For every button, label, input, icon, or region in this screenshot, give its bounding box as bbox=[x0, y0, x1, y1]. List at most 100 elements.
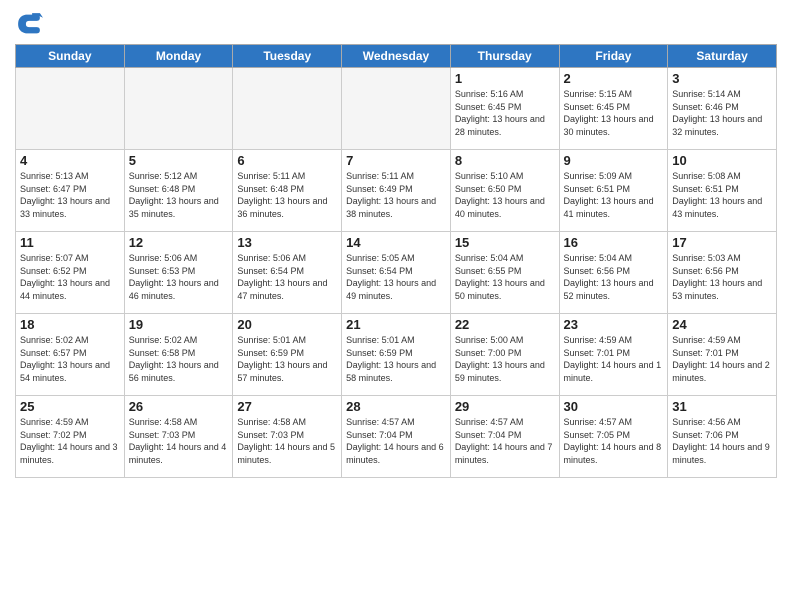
day-number: 3 bbox=[672, 71, 772, 86]
calendar-cell: 2Sunrise: 5:15 AMSunset: 6:45 PMDaylight… bbox=[559, 68, 668, 150]
calendar-cell: 3 Sunrise: 5:14 AMSunset: 6:46 PMDaylight… bbox=[668, 68, 777, 150]
weekday-header-monday: Monday bbox=[124, 45, 233, 68]
week-row-5: 25 Sunrise: 4:59 AMSunset: 7:02 PMDayligh… bbox=[16, 396, 777, 478]
calendar-cell: 6 Sunrise: 5:11 AMSunset: 6:48 PMDaylight… bbox=[233, 150, 342, 232]
calendar-cell bbox=[342, 68, 451, 150]
day-number: 12 bbox=[129, 235, 229, 250]
day-number: 5 bbox=[129, 153, 229, 168]
day-number: 25 bbox=[20, 399, 120, 414]
day-info: Sunrise: 5:01 AMSunset: 6:59 PMDaylight:… bbox=[346, 334, 446, 384]
day-info: Sunrise: 5:06 AMSunset: 6:53 PMDaylight:… bbox=[129, 252, 229, 302]
page: SundayMondayTuesdayWednesdayThursdayFrid… bbox=[0, 0, 792, 612]
day-info: Sunrise: 5:14 AMSunset: 6:46 PMDaylight:… bbox=[672, 88, 772, 138]
weekday-header-wednesday: Wednesday bbox=[342, 45, 451, 68]
day-number: 21 bbox=[346, 317, 446, 332]
day-info: Sunrise: 5:04 AMSunset: 6:56 PMDaylight:… bbox=[564, 252, 664, 302]
day-number: 17 bbox=[672, 235, 772, 250]
calendar-cell: 16 Sunrise: 5:04 AMSunset: 6:56 PMDayligh… bbox=[559, 232, 668, 314]
day-number: 9 bbox=[564, 153, 664, 168]
day-info: Sunrise: 5:02 AMSunset: 6:57 PMDaylight:… bbox=[20, 334, 120, 384]
day-number: 15 bbox=[455, 235, 555, 250]
day-number: 2 bbox=[564, 71, 664, 86]
day-number: 31 bbox=[672, 399, 772, 414]
day-info: Sunrise: 5:09 AMSunset: 6:51 PMDaylight:… bbox=[564, 170, 664, 220]
day-info: Sunrise: 5:11 AMSunset: 6:48 PMDaylight:… bbox=[237, 170, 337, 220]
day-number: 24 bbox=[672, 317, 772, 332]
day-number: 13 bbox=[237, 235, 337, 250]
day-info: Sunrise: 4:57 AMSunset: 7:04 PMDaylight:… bbox=[455, 416, 555, 466]
calendar-cell: 17 Sunrise: 5:03 AMSunset: 6:56 PMDayligh… bbox=[668, 232, 777, 314]
day-number: 10 bbox=[672, 153, 772, 168]
calendar-cell: 14 Sunrise: 5:05 AMSunset: 6:54 PMDayligh… bbox=[342, 232, 451, 314]
day-info: Sunrise: 4:59 AMSunset: 7:01 PMDaylight:… bbox=[564, 334, 664, 384]
calendar-cell: 22Sunrise: 5:00 AMSunset: 7:00 PMDayligh… bbox=[450, 314, 559, 396]
header bbox=[15, 10, 777, 38]
calendar-cell: 30Sunrise: 4:57 AMSunset: 7:05 PMDayligh… bbox=[559, 396, 668, 478]
weekday-header-friday: Friday bbox=[559, 45, 668, 68]
day-info: Sunrise: 5:03 AMSunset: 6:56 PMDaylight:… bbox=[672, 252, 772, 302]
day-number: 27 bbox=[237, 399, 337, 414]
day-number: 26 bbox=[129, 399, 229, 414]
calendar-cell: 4 Sunrise: 5:13 AMSunset: 6:47 PMDaylight… bbox=[16, 150, 125, 232]
day-info: Sunrise: 5:08 AMSunset: 6:51 PMDaylight:… bbox=[672, 170, 772, 220]
logo-icon bbox=[15, 10, 43, 38]
calendar-cell: 9 Sunrise: 5:09 AMSunset: 6:51 PMDaylight… bbox=[559, 150, 668, 232]
day-info: Sunrise: 5:13 AMSunset: 6:47 PMDaylight:… bbox=[20, 170, 120, 220]
day-number: 28 bbox=[346, 399, 446, 414]
calendar-cell: 29 Sunrise: 4:57 AMSunset: 7:04 PMDayligh… bbox=[450, 396, 559, 478]
day-number: 29 bbox=[455, 399, 555, 414]
calendar-cell: 8 Sunrise: 5:10 AMSunset: 6:50 PMDaylight… bbox=[450, 150, 559, 232]
calendar-cell: 11Sunrise: 5:07 AMSunset: 6:52 PMDayligh… bbox=[16, 232, 125, 314]
calendar-cell bbox=[233, 68, 342, 150]
calendar-cell: 12 Sunrise: 5:06 AMSunset: 6:53 PMDayligh… bbox=[124, 232, 233, 314]
day-number: 16 bbox=[564, 235, 664, 250]
day-info: Sunrise: 5:00 AMSunset: 7:00 PMDaylight:… bbox=[455, 334, 555, 384]
day-number: 30 bbox=[564, 399, 664, 414]
calendar-cell: 15 Sunrise: 5:04 AMSunset: 6:55 PMDayligh… bbox=[450, 232, 559, 314]
day-number: 19 bbox=[129, 317, 229, 332]
day-info: Sunrise: 4:58 AMSunset: 7:03 PMDaylight:… bbox=[237, 416, 337, 466]
calendar-cell: 19Sunrise: 5:02 AMSunset: 6:58 PMDayligh… bbox=[124, 314, 233, 396]
calendar-cell: 13 Sunrise: 5:06 AMSunset: 6:54 PMDayligh… bbox=[233, 232, 342, 314]
day-info: Sunrise: 5:01 AMSunset: 6:59 PMDaylight:… bbox=[237, 334, 337, 384]
day-number: 18 bbox=[20, 317, 120, 332]
calendar-cell: 27 Sunrise: 4:58 AMSunset: 7:03 PMDayligh… bbox=[233, 396, 342, 478]
day-info: Sunrise: 5:10 AMSunset: 6:50 PMDaylight:… bbox=[455, 170, 555, 220]
week-row-4: 18 Sunrise: 5:02 AMSunset: 6:57 PMDayligh… bbox=[16, 314, 777, 396]
weekday-header-row: SundayMondayTuesdayWednesdayThursdayFrid… bbox=[16, 45, 777, 68]
calendar: SundayMondayTuesdayWednesdayThursdayFrid… bbox=[15, 44, 777, 478]
day-number: 1 bbox=[455, 71, 555, 86]
day-info: Sunrise: 4:57 AMSunset: 7:04 PMDaylight:… bbox=[346, 416, 446, 466]
calendar-cell: 31 Sunrise: 4:56 AMSunset: 7:06 PMDayligh… bbox=[668, 396, 777, 478]
day-info: Sunrise: 5:04 AMSunset: 6:55 PMDaylight:… bbox=[455, 252, 555, 302]
calendar-cell: 25 Sunrise: 4:59 AMSunset: 7:02 PMDayligh… bbox=[16, 396, 125, 478]
weekday-header-sunday: Sunday bbox=[16, 45, 125, 68]
logo bbox=[15, 10, 47, 38]
day-info: Sunrise: 5:16 AMSunset: 6:45 PMDaylight:… bbox=[455, 88, 555, 138]
calendar-cell: 23 Sunrise: 4:59 AMSunset: 7:01 PMDayligh… bbox=[559, 314, 668, 396]
week-row-2: 4 Sunrise: 5:13 AMSunset: 6:47 PMDaylight… bbox=[16, 150, 777, 232]
day-info: Sunrise: 5:06 AMSunset: 6:54 PMDaylight:… bbox=[237, 252, 337, 302]
calendar-cell: 5 Sunrise: 5:12 AMSunset: 6:48 PMDaylight… bbox=[124, 150, 233, 232]
calendar-cell bbox=[16, 68, 125, 150]
day-info: Sunrise: 5:05 AMSunset: 6:54 PMDaylight:… bbox=[346, 252, 446, 302]
day-info: Sunrise: 4:56 AMSunset: 7:06 PMDaylight:… bbox=[672, 416, 772, 466]
calendar-cell: 21 Sunrise: 5:01 AMSunset: 6:59 PMDayligh… bbox=[342, 314, 451, 396]
calendar-cell: 26Sunrise: 4:58 AMSunset: 7:03 PMDayligh… bbox=[124, 396, 233, 478]
calendar-cell bbox=[124, 68, 233, 150]
day-number: 14 bbox=[346, 235, 446, 250]
day-info: Sunrise: 5:12 AMSunset: 6:48 PMDaylight:… bbox=[129, 170, 229, 220]
day-number: 20 bbox=[237, 317, 337, 332]
day-number: 4 bbox=[20, 153, 120, 168]
day-number: 23 bbox=[564, 317, 664, 332]
week-row-3: 11Sunrise: 5:07 AMSunset: 6:52 PMDayligh… bbox=[16, 232, 777, 314]
day-number: 11 bbox=[20, 235, 120, 250]
calendar-cell: 28 Sunrise: 4:57 AMSunset: 7:04 PMDayligh… bbox=[342, 396, 451, 478]
day-number: 6 bbox=[237, 153, 337, 168]
day-number: 8 bbox=[455, 153, 555, 168]
calendar-cell: 1 Sunrise: 5:16 AMSunset: 6:45 PMDaylight… bbox=[450, 68, 559, 150]
day-info: Sunrise: 4:59 AMSunset: 7:02 PMDaylight:… bbox=[20, 416, 120, 466]
weekday-header-saturday: Saturday bbox=[668, 45, 777, 68]
weekday-header-thursday: Thursday bbox=[450, 45, 559, 68]
calendar-cell: 7Sunrise: 5:11 AMSunset: 6:49 PMDaylight… bbox=[342, 150, 451, 232]
